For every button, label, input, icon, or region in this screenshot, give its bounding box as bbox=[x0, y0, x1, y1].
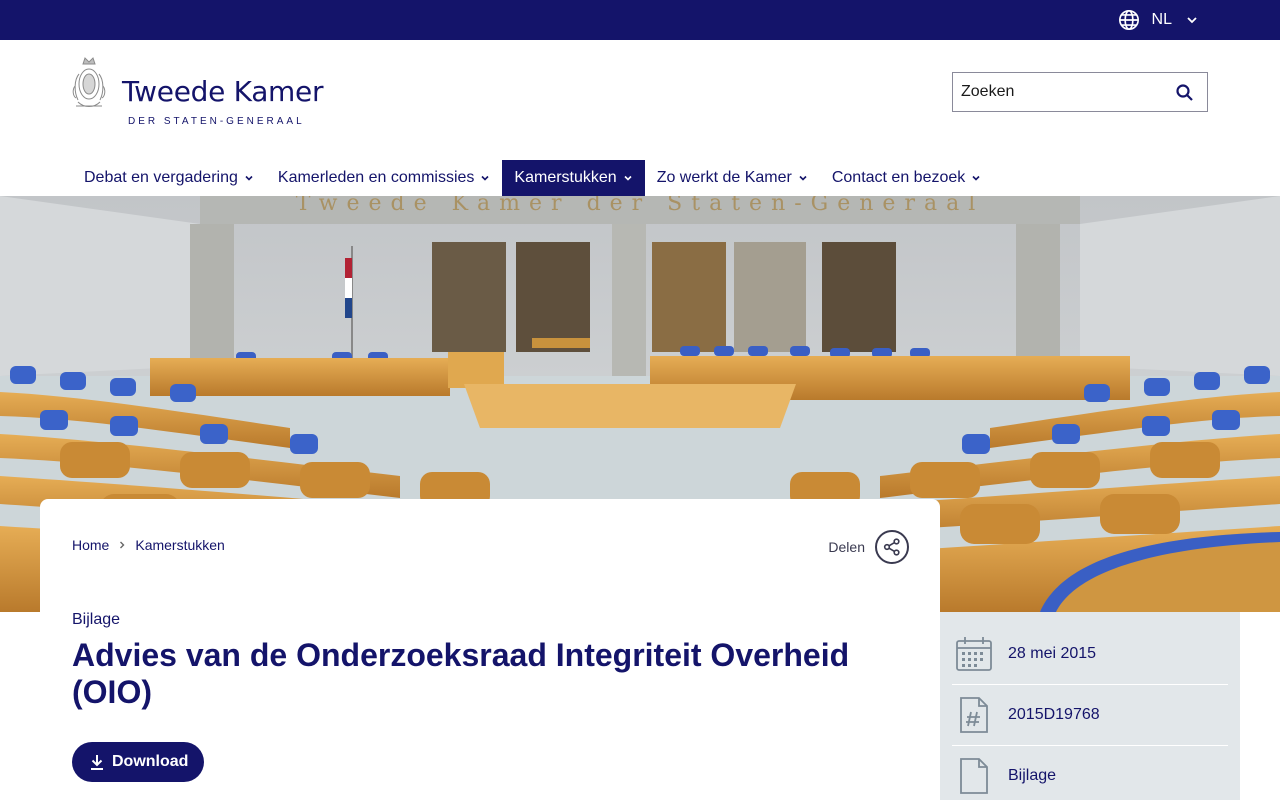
chevron-down-icon bbox=[972, 175, 980, 181]
chevron-down-icon bbox=[1187, 17, 1197, 24]
meta-number-value: 2015D19768 bbox=[1008, 705, 1100, 723]
breadcrumb-home[interactable]: Home bbox=[72, 537, 109, 553]
chevron-down-icon bbox=[481, 175, 489, 181]
share-icon bbox=[875, 530, 909, 564]
meta-type-value: Bijlage bbox=[1008, 766, 1057, 784]
hero-wall-inscription: Tweede Kamer der Staten-Generaal bbox=[296, 196, 984, 216]
nav-item-contact[interactable]: Contact en bezoek bbox=[820, 160, 993, 196]
page-title: Advies van de Onderzoeksraad Integriteit… bbox=[72, 637, 850, 710]
calendar-icon bbox=[956, 636, 992, 671]
meta-date-value: 28 mei 2015 bbox=[1008, 644, 1097, 662]
top-bar: NL bbox=[0, 0, 1280, 40]
hash-document-icon bbox=[960, 696, 988, 733]
download-label: Download bbox=[112, 753, 189, 770]
meta-row-date: 28 mei 2015 bbox=[952, 623, 1228, 684]
nav-item-label: Contact en bezoek bbox=[831, 169, 966, 186]
main-navigation: Debat en vergadering Kamerleden en commi… bbox=[72, 160, 993, 196]
site-logo[interactable]: Tweede Kamer DER STATEN-GENERAAL bbox=[72, 56, 332, 132]
globe-icon bbox=[1118, 10, 1139, 30]
nav-item-debat[interactable]: Debat en vergadering bbox=[72, 160, 266, 196]
breadcrumb-kamerstukken[interactable]: Kamerstukken bbox=[135, 537, 224, 553]
logo-subtitle: DER STATEN-GENERAAL bbox=[128, 116, 305, 127]
language-code: NL bbox=[1151, 11, 1172, 28]
document-meta-panel: 28 mei 2015 2015D19768 Bijlage bbox=[940, 612, 1240, 800]
breadcrumb: Home Kamerstukken bbox=[72, 537, 225, 553]
chevron-down-icon bbox=[799, 175, 807, 181]
meta-row-type: Bijlage bbox=[952, 745, 1228, 800]
nav-item-kamerstukken[interactable]: Kamerstukken bbox=[502, 160, 645, 196]
document-icon bbox=[960, 757, 988, 794]
chevron-right-icon bbox=[120, 541, 125, 549]
nav-item-zo-werkt[interactable]: Zo werkt de Kamer bbox=[645, 160, 820, 196]
nav-item-label: Kamerstukken bbox=[514, 169, 617, 186]
search-icon[interactable] bbox=[1175, 83, 1195, 103]
crest-logo-icon bbox=[72, 57, 106, 107]
language-selector[interactable]: NL bbox=[1118, 8, 1198, 32]
meta-row-number: 2015D19768 bbox=[952, 684, 1228, 745]
content-card: Home Kamerstukken Delen Bijlage Advies v… bbox=[40, 499, 940, 800]
nav-item-kamerleden[interactable]: Kamerleden en commissies bbox=[266, 160, 503, 196]
search-box bbox=[952, 72, 1208, 112]
share-label: Delen bbox=[828, 539, 865, 555]
search-input[interactable] bbox=[953, 73, 1163, 111]
share-button[interactable]: Delen bbox=[828, 530, 909, 564]
nav-item-label: Kamerleden en commissies bbox=[277, 169, 475, 186]
chevron-down-icon bbox=[624, 175, 632, 181]
logo-title: Tweede Kamer bbox=[122, 75, 324, 108]
nav-item-label: Debat en vergadering bbox=[84, 169, 238, 186]
document-type: Bijlage bbox=[72, 611, 121, 628]
chevron-down-icon bbox=[245, 175, 253, 181]
download-button[interactable]: Download bbox=[72, 742, 205, 782]
download-icon bbox=[91, 755, 103, 770]
nav-item-label: Zo werkt de Kamer bbox=[656, 169, 792, 186]
